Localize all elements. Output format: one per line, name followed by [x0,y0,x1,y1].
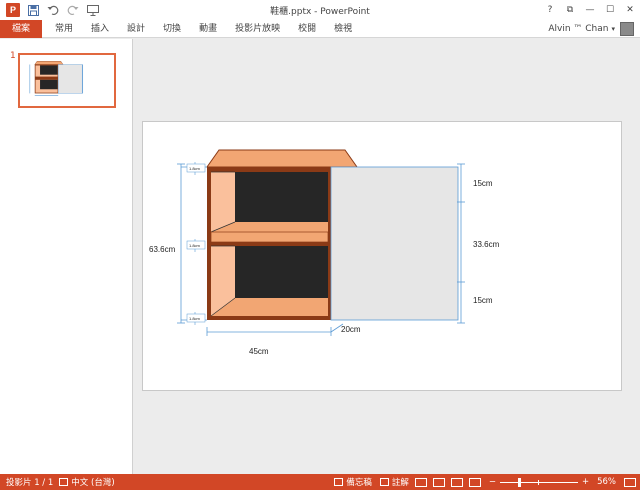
label-height-total: 63.6cm [149,245,176,254]
tab-file[interactable]: 檔案 [0,19,42,38]
zoom-level[interactable]: 56% [597,477,616,487]
chevron-down-icon: ▾ [611,25,615,33]
label-top-section: 15cm [473,179,493,188]
normal-view-icon[interactable] [414,477,427,487]
thumbnail-number: 1 [10,51,16,61]
slide-show-view-icon[interactable] [468,477,481,487]
tab-home[interactable]: 常用 [46,20,82,38]
label-bottom-section: 15cm [473,296,493,305]
label-board-middle: 1.8cm [189,243,201,248]
tab-insert[interactable]: 插入 [82,20,118,38]
status-bar: 投影片 1 / 1 中文 (台灣) 備忘稿 註解 − + 56% [0,474,640,490]
quick-access-toolbar: P [0,0,100,20]
upper-cavity [235,172,328,222]
slide-canvas[interactable]: 63.6cm 1.8cm 1.8cm 1.8cm 15cm 33.6cm 15c… [142,121,622,391]
thumbnail-preview [29,61,84,96]
window-controls: ? ⧉ — ☐ ✕ [540,0,640,20]
comments-icon [379,478,389,486]
zoom-slider-center-mark [537,479,539,485]
notes-button[interactable]: 備忘稿 [334,476,372,488]
ribbon-display-options-button[interactable]: ⧉ [560,0,580,20]
dimension-bottom [206,323,344,336]
label-board-bottom: 1.8cm [189,316,201,321]
slide-sorter-view-icon[interactable] [432,477,445,487]
user-account[interactable]: Alvin ™ Chan ▾ [548,20,634,38]
proofing-icon [59,478,69,486]
powerpoint-app-icon[interactable]: P [6,3,20,17]
status-bar-right: 備忘稿 註解 − + 56% [326,474,636,490]
language-indicator[interactable]: 中文 (台灣) [59,476,115,488]
tab-design[interactable]: 設計 [118,20,154,38]
language-label: 中文 (台灣) [71,478,115,488]
avatar [620,22,634,36]
label-width: 45cm [249,347,269,356]
zoom-out-button[interactable]: − [489,477,496,487]
fit-slide-to-window-icon[interactable] [624,477,636,487]
minimize-button[interactable]: — [580,0,600,20]
tab-view[interactable]: 檢視 [325,20,361,38]
title-bar: P 鞋櫃.pptx - PowerPoint ? ⧉ — ☐ ✕ [0,0,640,20]
notes-label: 備忘稿 [346,478,372,488]
tab-transitions[interactable]: 切換 [154,20,190,38]
redo-icon[interactable] [66,3,80,17]
undo-icon[interactable] [46,3,60,17]
slide-indicator[interactable]: 投影片 1 / 1 [6,476,53,488]
help-button[interactable]: ? [540,0,560,20]
reading-view-icon[interactable] [450,477,463,487]
slide-thumbnail-pane: 1 [0,39,133,474]
slide-thumbnail-1[interactable] [18,53,116,108]
cabinet-door [330,166,459,321]
close-button[interactable]: ✕ [620,0,640,20]
label-middle-section: 33.6cm [473,240,500,249]
label-depth: 20cm [341,325,361,334]
tab-review[interactable]: 校閱 [289,20,325,38]
shoe-cabinet-diagram: 63.6cm 1.8cm 1.8cm 1.8cm 15cm 33.6cm 15c… [149,149,500,356]
slide-editing-area: 63.6cm 1.8cm 1.8cm 1.8cm 15cm 33.6cm 15c… [134,39,640,474]
zoom-slider[interactable] [499,477,578,487]
zoom-slider-thumb[interactable] [518,477,522,487]
maximize-button[interactable]: ☐ [600,0,620,20]
notes-icon [334,478,344,486]
ribbon-tabs: 檔案 常用 插入 設計 切換 動畫 投影片放映 校閱 檢視 [0,19,640,38]
lower-cavity [235,246,328,298]
presentation-start-icon[interactable] [86,3,100,17]
tab-animations[interactable]: 動畫 [190,20,226,38]
label-board-top: 1.8cm [189,166,201,171]
user-name: Alvin ™ Chan [548,24,609,34]
cabinet-top-board [206,149,358,168]
middle-shelf [210,231,329,243]
comments-button[interactable]: 註解 [379,476,409,488]
zoom-in-button[interactable]: + [582,477,589,487]
tab-slide-show[interactable]: 投影片放映 [226,20,289,38]
save-icon[interactable] [26,3,40,17]
comments-label: 註解 [391,478,409,488]
